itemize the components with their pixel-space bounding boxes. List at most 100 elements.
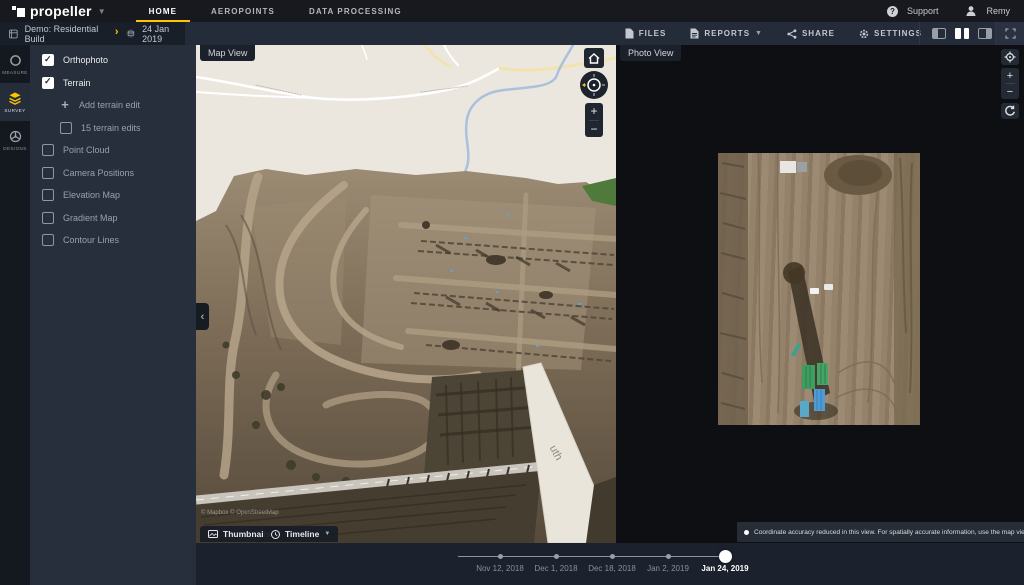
terrain-edits-checkbox[interactable] xyxy=(60,122,72,134)
rail-item-survey[interactable]: SURVEY xyxy=(0,83,30,121)
survey-timeline: Nov 12, 2018 Dec 1, 2018 Dec 18, 2018 Ja… xyxy=(196,543,1024,585)
layer-terrain[interactable]: Terrain xyxy=(30,72,196,95)
tab-data-processing[interactable]: DATA PROCESSING xyxy=(292,0,419,22)
thumbnails-icon xyxy=(208,530,218,538)
photo-rotate-button[interactable] xyxy=(1001,103,1019,119)
layer-gradient-map[interactable]: Gradient Map xyxy=(30,207,196,230)
site-icon xyxy=(9,29,18,39)
timeline-date-2[interactable]: Dec 1, 2018 xyxy=(534,564,577,573)
orthophoto-checkbox[interactable] xyxy=(42,54,54,66)
share-icon xyxy=(787,29,797,39)
layer-elevation-map[interactable]: Elevation Map xyxy=(30,184,196,207)
propeller-logo-icon xyxy=(12,5,25,17)
collapse-panel-handle[interactable]: ‹ xyxy=(196,303,209,330)
breadcrumb-site[interactable]: Demo: Residential Build xyxy=(25,24,108,44)
zoom-out-button[interactable]: − xyxy=(590,120,597,137)
add-terrain-edit-button[interactable]: + Add terrain edit xyxy=(30,94,196,117)
photo-zoom-control: + − xyxy=(1001,68,1019,99)
rotate-icon xyxy=(1004,105,1016,117)
layer-point-cloud[interactable]: Point Cloud xyxy=(30,139,196,162)
user-name[interactable]: Remy xyxy=(986,6,1010,16)
photo-view-panel[interactable]: Photo View + − xyxy=(616,45,1024,543)
rail-item-designs[interactable]: DESIGNS xyxy=(0,121,30,159)
map-view-label: Map View xyxy=(200,45,255,61)
drone-photo-detail xyxy=(718,153,920,425)
files-button[interactable]: FILES xyxy=(625,28,667,39)
app-window: propeller ▼ HOME AEROPOINTS DATA PROCESS… xyxy=(0,0,1024,585)
map-zoom-control: + − xyxy=(585,103,603,137)
photo-view-label: Photo View xyxy=(620,45,681,61)
layer-terrain-edits[interactable]: 15 terrain edits xyxy=(30,117,196,140)
gradient-map-checkbox[interactable] xyxy=(42,212,54,224)
settings-button[interactable]: SETTINGS xyxy=(859,29,922,39)
map-canvas[interactable] xyxy=(196,45,616,543)
timeline-date-3[interactable]: Dec 18, 2018 xyxy=(588,564,636,573)
fullscreen-icon xyxy=(1005,28,1016,39)
zoom-in-button[interactable]: + xyxy=(590,103,597,120)
map-home-button[interactable] xyxy=(584,48,604,68)
propeller-logo[interactable]: propeller ▼ xyxy=(12,3,106,19)
timeline-dot-2[interactable] xyxy=(554,554,559,559)
gear-icon xyxy=(859,29,869,39)
timeline-date-5[interactable]: Jan 24, 2019 xyxy=(701,564,748,573)
rail-item-measure[interactable]: MEASURE xyxy=(0,45,30,83)
map-compass-control[interactable] xyxy=(580,71,608,99)
plus-icon: + xyxy=(60,100,70,110)
user-avatar-icon[interactable] xyxy=(965,5,977,17)
photo-zoom-in-button[interactable]: + xyxy=(1007,68,1013,83)
photo-zoom-out-button[interactable]: − xyxy=(1007,84,1013,99)
support-link[interactable]: Support xyxy=(907,6,939,16)
report-icon xyxy=(690,28,699,39)
file-icon xyxy=(625,28,634,39)
map-view-panel[interactable]: Map View uth © Mapbox © OpenStreetMap + … xyxy=(196,45,616,543)
timeline-dot-4[interactable] xyxy=(666,554,671,559)
layout-toggles xyxy=(919,22,992,45)
designs-icon xyxy=(9,130,22,143)
layer-orthophoto[interactable]: Orthophoto xyxy=(30,49,196,72)
map-attribution: © Mapbox © OpenStreetMap xyxy=(201,510,279,516)
measure-icon xyxy=(9,54,22,67)
point-cloud-checkbox[interactable] xyxy=(42,144,54,156)
primary-nav-tabs: HOME AEROPOINTS DATA PROCESSING xyxy=(132,0,419,22)
tool-rail: MEASURE SURVEY DESIGNS xyxy=(0,45,30,585)
timeline-dot-5-selected[interactable] xyxy=(719,550,732,563)
drone-photo[interactable] xyxy=(718,153,920,425)
top-nav-bar: propeller ▼ HOME AEROPOINTS DATA PROCESS… xyxy=(0,0,1024,22)
fullscreen-button[interactable] xyxy=(995,22,1024,45)
breadcrumb-date[interactable]: 24 Jan 2019 xyxy=(142,24,185,44)
chevron-right-icon: › xyxy=(115,27,119,38)
compass-icon xyxy=(580,71,608,99)
timeline-clock-icon xyxy=(271,530,280,539)
recenter-icon xyxy=(1004,51,1016,63)
logo-text: propeller xyxy=(30,3,92,19)
tab-home[interactable]: HOME xyxy=(132,0,194,22)
reports-button[interactable]: REPORTS ▼ xyxy=(690,28,763,39)
tab-aeropoints[interactable]: AEROPOINTS xyxy=(194,0,292,22)
toolbar-buttons: FILES REPORTS ▼ SHARE xyxy=(625,22,922,45)
accuracy-notice-text: Coordinate accuracy reduced in this view… xyxy=(754,529,1024,536)
toolbar: Demo: Residential Build › 24 Jan 2019 FI… xyxy=(0,22,1024,45)
survey-layers-icon xyxy=(8,92,22,105)
camera-positions-checkbox[interactable] xyxy=(42,167,54,179)
elevation-map-checkbox[interactable] xyxy=(42,189,54,201)
layout-right-panel-icon[interactable] xyxy=(978,28,992,39)
layer-camera-positions[interactable]: Camera Positions xyxy=(30,162,196,185)
timeline-date-4[interactable]: Jan 2, 2019 xyxy=(647,564,689,573)
photo-recenter-button[interactable] xyxy=(1001,49,1019,65)
layout-left-panel-icon[interactable] xyxy=(932,28,946,39)
info-dot-icon xyxy=(744,530,749,535)
contour-lines-checkbox[interactable] xyxy=(42,234,54,246)
dataset-icon xyxy=(126,28,136,39)
layer-contour-lines[interactable]: Contour Lines xyxy=(30,229,196,252)
share-button[interactable]: SHARE xyxy=(787,29,835,39)
home-icon xyxy=(588,53,600,64)
help-icon[interactable]: ? xyxy=(887,6,898,17)
chevron-down-icon[interactable]: ▼ xyxy=(98,7,106,16)
layout-split-view-icon[interactable] xyxy=(955,28,969,39)
timeline-dot-3[interactable] xyxy=(610,554,615,559)
timeline-button[interactable]: Timeline ▼ xyxy=(263,526,338,542)
timeline-date-1[interactable]: Nov 12, 2018 xyxy=(476,564,524,573)
top-nav-right: ? Support Remy xyxy=(887,5,1010,17)
timeline-dot-1[interactable] xyxy=(498,554,503,559)
terrain-checkbox[interactable] xyxy=(42,77,54,89)
